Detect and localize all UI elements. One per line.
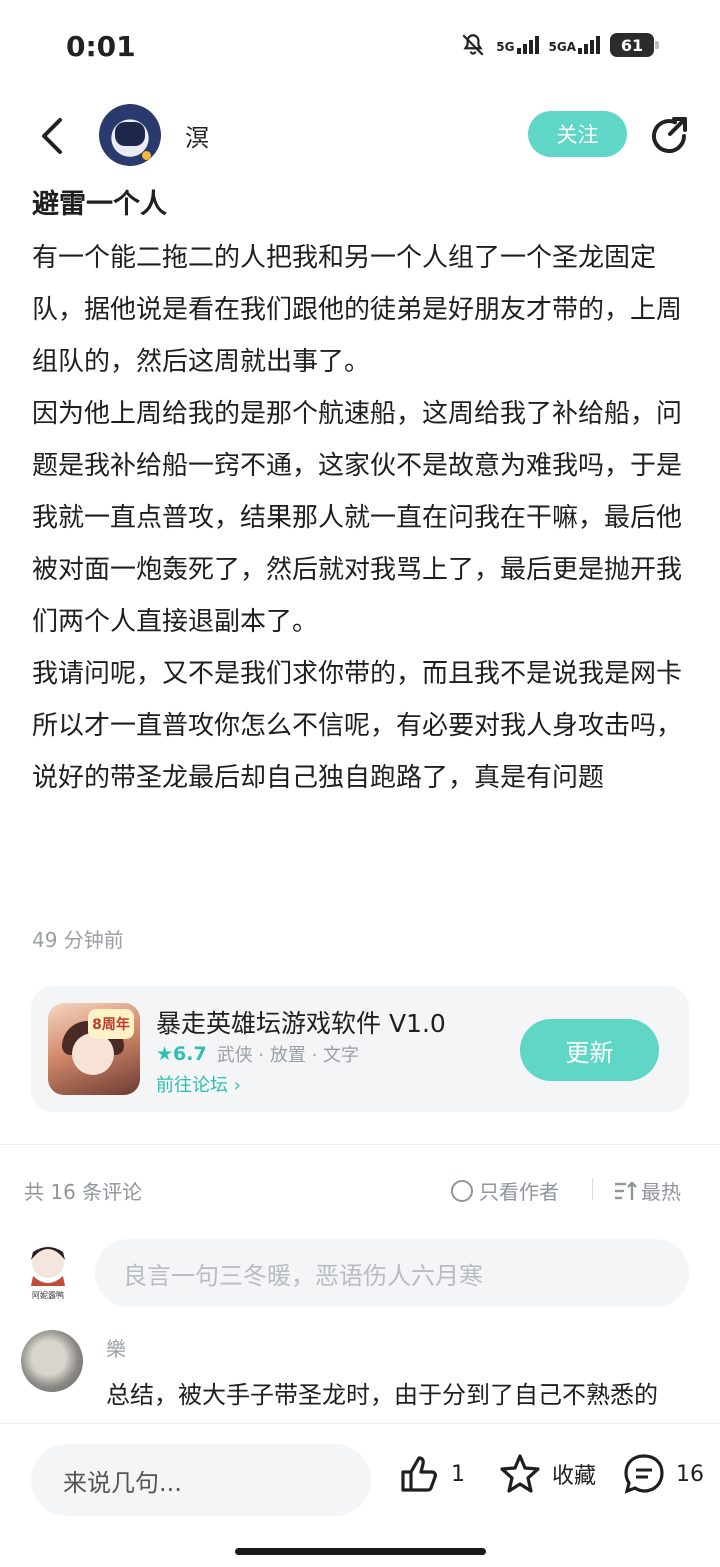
post-paragraph: 因为他上周给我的是那个航速船，这周给我了补给船，问题是我补给船一窍不通，这家伙不… bbox=[32, 399, 683, 637]
sort-label: 最热 bbox=[641, 1180, 681, 1204]
signal-bars-icon bbox=[516, 36, 539, 54]
favorite-label: 收藏 bbox=[552, 1464, 597, 1489]
quick-reply-input[interactable]: 来说几句... bbox=[31, 1444, 371, 1516]
comments-toolbar: 共 16 条评论 只看作者 最热 bbox=[0, 1168, 720, 1212]
post-paragraph: 我请问呢，又不是我们求你带的，而且我不是说我是网卡所以才一直普攻你怎么不信呢，有… bbox=[32, 659, 683, 793]
author-avatar[interactable] bbox=[99, 104, 161, 166]
radio-circle-icon bbox=[451, 1179, 473, 1202]
status-bar: 0:01 5G 5GA 61 bbox=[0, 0, 720, 96]
app-rating: ★6.7 bbox=[156, 1043, 207, 1065]
author-name[interactable]: 溟 bbox=[185, 118, 209, 153]
author-only-label: 只看作者 bbox=[479, 1180, 559, 1204]
comment-count: 共 16 条评论 bbox=[24, 1180, 143, 1204]
status-time: 0:01 bbox=[66, 30, 136, 63]
comment-item: 樂 总结，被大手子带圣龙时，由于分到了自己不熟悉的船，心生怨恨，故意不放技能😅😅… bbox=[0, 1328, 720, 1428]
post-timestamp: 49 分钟前 bbox=[32, 928, 124, 952]
comments-count: 16 bbox=[676, 1461, 704, 1487]
author-only-toggle[interactable]: 只看作者 bbox=[451, 1176, 559, 1205]
post-title: 避雷一个人 bbox=[32, 189, 167, 220]
post-body: 有一个能二拖二的人把我和另一个人组了一个圣龙固定队，据他说是看在我们跟他的徒弟是… bbox=[32, 232, 682, 804]
like-icon bbox=[401, 1456, 437, 1492]
post-paragraph: 有一个能二拖二的人把我和另一个人组了一个圣龙固定队，据他说是看在我们跟他的徒弟是… bbox=[32, 243, 683, 377]
star-icon bbox=[500, 1454, 540, 1493]
favorite-button[interactable]: 收藏 bbox=[498, 1452, 596, 1496]
app-card[interactable]: 8周年 暴走英雄坛游戏软件 V1.0 ★6.7 武侠 · 放置 · 文字 前往论… bbox=[31, 986, 689, 1112]
section-divider bbox=[0, 1144, 720, 1145]
back-arrow-icon bbox=[42, 118, 62, 154]
post-header: 溟 关注 bbox=[0, 100, 720, 172]
my-avatar: 阿妮露鸭 bbox=[23, 1240, 73, 1302]
comment-text: 总结，被大手子带圣龙时，由于分到了自己不熟悉的船，心生怨恨，故意不放技能😅😅……… bbox=[106, 1381, 658, 1428]
follow-button[interactable]: 关注 bbox=[528, 111, 627, 157]
signal-bars-icon bbox=[578, 36, 600, 54]
comment-icon bbox=[624, 1454, 664, 1494]
app-meta: ★6.7 武侠 · 放置 · 文字 bbox=[156, 1041, 359, 1067]
sort-toggle[interactable]: 最热 bbox=[613, 1176, 681, 1205]
share-icon bbox=[652, 117, 687, 154]
status-icons: 5G 5GA 61 bbox=[460, 32, 659, 58]
toolbar-separator bbox=[592, 1178, 593, 1200]
app-name[interactable]: 暴走英雄坛游戏软件 V1.0 bbox=[156, 1004, 446, 1040]
anniversary-badge: 8周年 bbox=[88, 1009, 134, 1039]
commenter-name[interactable]: 樂 bbox=[106, 1333, 126, 1362]
my-avatar-label: 阿妮露鸭 bbox=[32, 1290, 64, 1300]
comment-input[interactable]: 良言一句三冬暖，恶语伤人六月寒 bbox=[95, 1239, 689, 1307]
bottom-action-bar: 来说几句... 1 收藏 16 bbox=[0, 1424, 720, 1567]
update-button[interactable]: 更新 bbox=[520, 1019, 659, 1081]
net-label-1: 5G bbox=[496, 40, 515, 54]
app-icon[interactable]: 8周年 bbox=[48, 1003, 140, 1095]
like-button[interactable]: 1 bbox=[397, 1452, 465, 1496]
share-button[interactable] bbox=[648, 114, 690, 156]
signal-5ga: 5GA bbox=[548, 36, 600, 54]
battery-icon: 61 bbox=[610, 33, 659, 57]
net-label-2: 5GA bbox=[548, 40, 577, 54]
forum-link[interactable]: 前往论坛 › bbox=[156, 1071, 241, 1097]
like-count: 1 bbox=[451, 1461, 465, 1487]
mute-bell-icon bbox=[462, 34, 484, 56]
commenter-avatar[interactable] bbox=[21, 1330, 83, 1392]
sort-icon bbox=[615, 1180, 637, 1200]
signal-5g: 5G bbox=[496, 36, 539, 54]
home-indicator[interactable] bbox=[235, 1548, 486, 1555]
app-tags: 武侠 · 放置 · 文字 bbox=[216, 1045, 360, 1066]
comments-button[interactable]: 16 bbox=[622, 1452, 704, 1496]
back-button[interactable] bbox=[34, 114, 70, 158]
